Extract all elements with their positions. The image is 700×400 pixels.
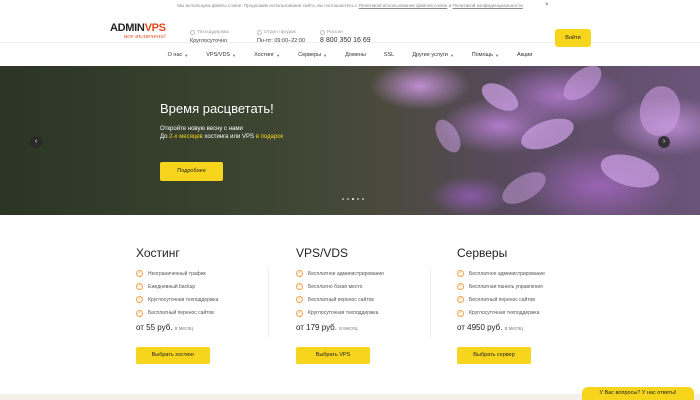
divider — [268, 267, 269, 337]
check-icon: ✓ — [457, 309, 464, 317]
feature-item: ✓ Неограниченный трафик — [136, 270, 206, 278]
support-info: Техподдержка Круглосуточно — [190, 30, 229, 44]
phone-info: Россия 8 800 350 16 69 — [320, 30, 371, 44]
check-icon: ✓ — [296, 270, 303, 278]
chevron-down-icon: ▼ — [232, 52, 237, 58]
feature-item: ✓ Бесплатный перенос сайтов — [136, 309, 214, 317]
hero-banner: Время расцветать! Откройте новую весну с… — [0, 66, 700, 215]
slider-dot[interactable] — [362, 198, 364, 200]
flower-petal — [597, 148, 663, 194]
check-icon: ✓ — [136, 283, 143, 291]
chevron-down-icon: ▼ — [276, 52, 281, 58]
main-nav: О нас ▼ VPS/VDS ▼ Хостинг ▼ Серверы ▼ Домены… — [0, 44, 700, 66]
plan-title: Хостинг — [136, 246, 180, 260]
flower-petal — [635, 82, 685, 140]
flower-petal — [497, 165, 551, 211]
feature-list: ✓ Бесплатное администрирование ✓ Бесплатно… — [296, 267, 384, 320]
hero-subtitle: Откройте новую весну с нами — [160, 126, 243, 132]
close-icon[interactable]: × — [545, 0, 549, 11]
region-label[interactable]: Россия — [327, 30, 343, 35]
slider-dots — [342, 198, 364, 200]
hero-offer: До 2-х месяцев хостинга или VPS в подаро… — [160, 134, 284, 140]
hero-title: Время расцветать! — [160, 101, 274, 116]
check-icon: ✓ — [296, 283, 303, 291]
check-icon: ✓ — [296, 296, 303, 304]
check-icon: ✓ — [136, 270, 143, 278]
flower-petal — [430, 115, 466, 157]
slider-dot[interactable] — [357, 198, 359, 200]
chevron-down-icon: ▼ — [184, 52, 189, 58]
nav-item-other[interactable]: Другие услуги ▼ — [403, 52, 463, 58]
support-label: Техподдержка — [197, 30, 229, 35]
feature-item: ✓ Бесплатный перенос сайтов — [457, 296, 535, 304]
nav-item-help[interactable]: Помощь ▼ — [463, 52, 508, 58]
check-icon: ✓ — [457, 283, 464, 291]
nav-item-ssl[interactable]: SSL — [375, 52, 403, 58]
feature-item: ✓ Бесплатное администрирование — [296, 270, 384, 278]
feature-item: ✓ Бесплатно бэкап место — [296, 283, 363, 291]
check-icon: ✓ — [457, 270, 464, 278]
check-icon: ✓ — [136, 296, 143, 304]
chat-widget-button[interactable]: У Вас вопросы? У нас ответы! — [582, 387, 694, 400]
slider-dot[interactable] — [347, 198, 349, 200]
plan-price: от 4950 руб. в месяц — [457, 323, 524, 332]
feature-list: ✓ Неограниченный трафик ✓ Ежедневный backu… — [136, 267, 218, 320]
feature-item: ✓ Круглосуточная техподдержка — [457, 309, 540, 317]
nav-item-domains[interactable]: Домены — [336, 52, 375, 58]
feature-item: ✓ Бесплатная панель управления — [457, 283, 543, 291]
nav-item-servers[interactable]: Серверы ▼ — [289, 52, 336, 58]
next-slide-icon[interactable]: › — [658, 136, 670, 148]
privacy-policy-link[interactable]: Политикой конфиденциальности — [452, 3, 522, 8]
slider-dot[interactable] — [352, 198, 354, 200]
select-server-button[interactable]: Выбрать сервер — [457, 347, 531, 364]
cookie-text: Мы используем файлы cookie. Продолжив ис… — [177, 3, 358, 8]
cookie-and: и — [448, 3, 452, 8]
cookie-bar: Мы используем файлы cookie. Продолжив ис… — [0, 0, 700, 11]
location-icon — [320, 30, 325, 35]
select-vps-button[interactable]: Выбрать VPS — [296, 347, 370, 364]
check-icon: ✓ — [296, 309, 303, 317]
flower-petal — [557, 66, 608, 107]
cookie-policy-link[interactable]: Политикой использования файлов cookie — [359, 3, 448, 8]
nav-item-vps[interactable]: VPS/VDS ▼ — [197, 52, 245, 58]
plan-price: от 55 руб. в месяц — [136, 323, 194, 332]
chevron-down-icon: ▼ — [323, 52, 328, 58]
flower-petal — [477, 77, 523, 117]
feature-item: ✓ Ежедневный backup — [136, 283, 196, 291]
nav-item-about[interactable]: О нас ▼ — [159, 52, 198, 58]
prev-slide-icon[interactable]: ‹ — [30, 136, 42, 148]
plan-title: Серверы — [457, 246, 508, 260]
phone-number[interactable]: 8 800 350 16 69 — [320, 37, 371, 44]
chevron-down-icon: ▼ — [449, 52, 454, 58]
hero-more-button[interactable]: Подробнее — [160, 162, 223, 181]
slider-dot[interactable] — [342, 198, 344, 200]
feature-list: ✓ Бесплатное администрирование ✓ Бесплатна… — [457, 267, 545, 320]
nav-item-hosting[interactable]: Хостинг ▼ — [245, 52, 289, 58]
logo[interactable]: ADMINVPS все включено! — [110, 23, 168, 43]
feature-item: ✓ Круглосуточная техподдержка — [136, 296, 219, 304]
feature-item: ✓ Бесплатное администрирование — [457, 270, 545, 278]
plan-price: от 179 руб. в месяц — [296, 323, 358, 332]
clock-icon — [257, 30, 262, 35]
plans-section: Хостинг ✓ Неограниченный трафик ✓ Ежедневн… — [0, 215, 700, 395]
flower-petal — [517, 112, 578, 156]
feature-item: ✓ Круглосуточная техподдержка — [296, 309, 379, 317]
divider — [430, 267, 431, 337]
logo-slogan: все включено! — [124, 34, 166, 40]
check-icon: ✓ — [457, 296, 464, 304]
check-icon: ✓ — [136, 309, 143, 317]
nav-item-promo[interactable]: Акции — [508, 52, 541, 58]
sales-label: Отдел продаж — [264, 30, 296, 35]
feature-item: ✓ Бесплатный перенос сайтов — [296, 296, 374, 304]
logo-wordmark: ADMINVPS — [110, 22, 166, 34]
site-header: ADMINVPS все включено! Техподдержка Круг… — [0, 11, 700, 47]
sales-info: Отдел продаж Пн-пт: 09:00–22:00 — [257, 30, 305, 44]
select-hosting-button[interactable]: Выбрать хостинг — [136, 347, 210, 364]
plan-title: VPS/VDS — [296, 246, 349, 260]
clock-icon — [190, 30, 195, 35]
chevron-down-icon: ▼ — [495, 52, 499, 58]
